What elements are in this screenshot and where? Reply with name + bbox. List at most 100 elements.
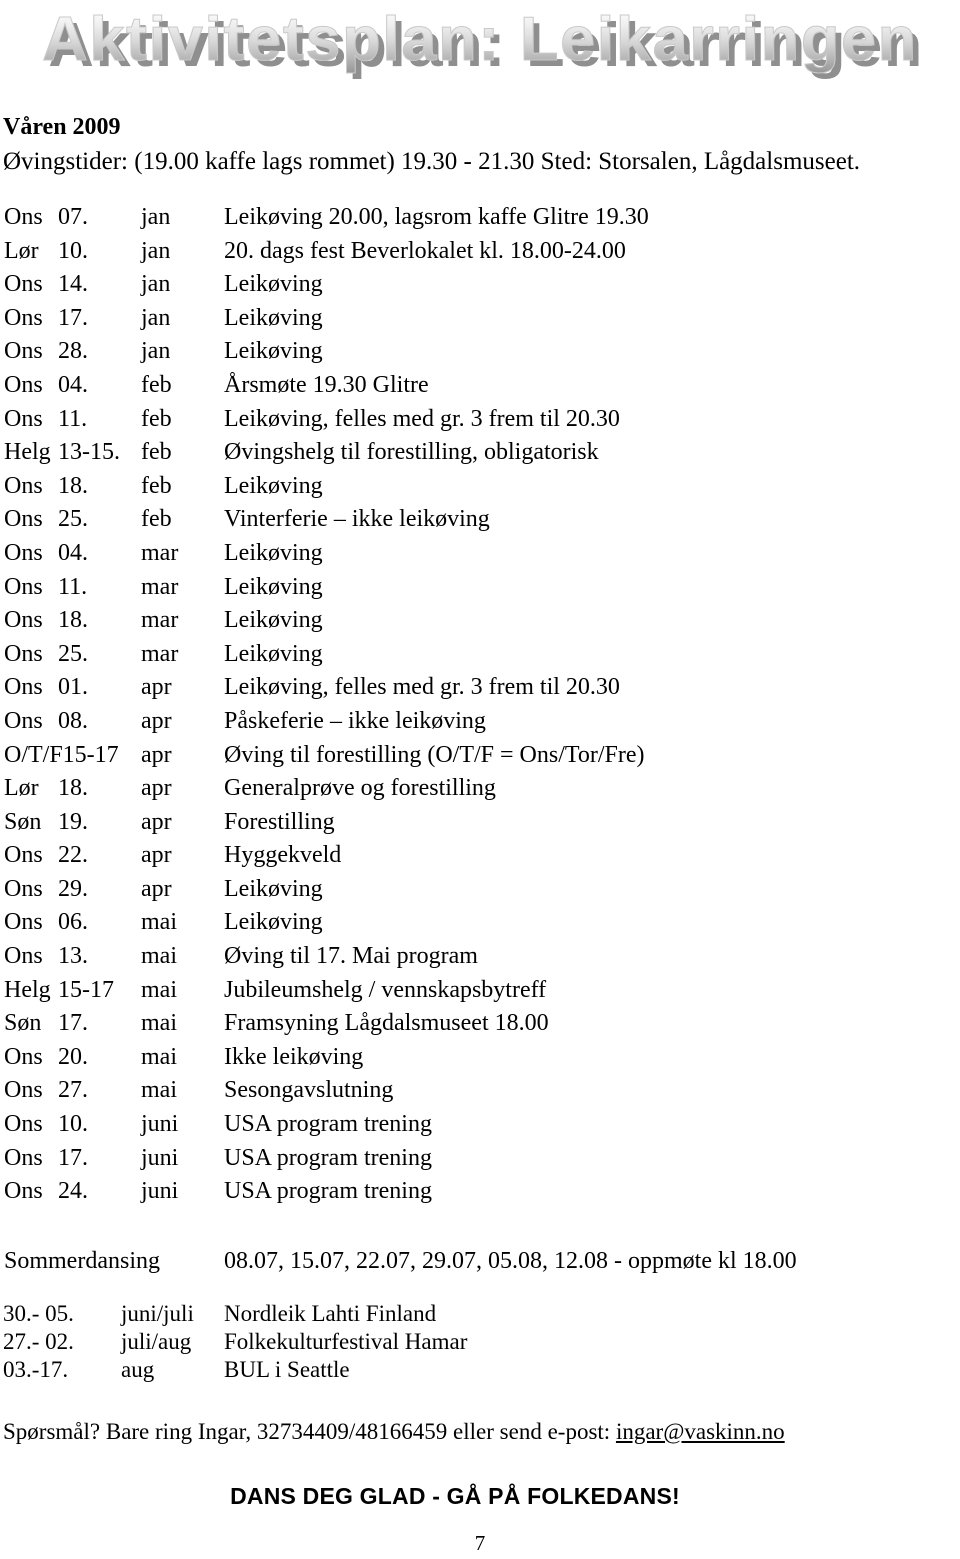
schedule-row: Ons 13. mai Øving til 17. Mai program: [0, 940, 960, 974]
schedule-row: Ons 11. mar Leikøving: [0, 571, 960, 605]
schedule-description: Leikøving, felles med gr. 3 frem til 20.…: [224, 674, 620, 701]
schedule-month: feb: [141, 506, 172, 533]
schedule-date: 08.: [58, 707, 88, 734]
summer-dancing-dates: 08.07, 15.07, 22.07, 29.07, 05.08, 12.08…: [224, 1248, 797, 1274]
schedule-date: 17.: [58, 304, 88, 331]
schedule-description: Sesongavslutning: [224, 1077, 394, 1104]
schedule-day: Ons: [4, 1043, 43, 1070]
schedule-month: feb: [141, 405, 172, 432]
schedule-day: Ons: [4, 943, 43, 970]
schedule-month: mar: [141, 607, 179, 634]
schedule-date: 25.: [58, 506, 88, 533]
schedule-day: Ons: [4, 707, 43, 734]
schedule-description: Påskeferie – ikke leikøving: [224, 707, 486, 734]
schedule-date: 17.: [58, 1144, 88, 1171]
schedule-description: Leikøving: [224, 573, 323, 600]
schedule-row: Ons 17. juni USA program trening: [0, 1142, 960, 1176]
email-link[interactable]: ingar@vaskinn.no: [616, 1419, 785, 1444]
schedule-description: USA program trening: [224, 1144, 432, 1171]
schedule-row: Ons 08. apr Påskeferie – ikke leikøving: [0, 705, 960, 739]
schedule-description: Leikøving: [224, 539, 323, 566]
schedule-day: Søn: [4, 1010, 42, 1037]
schedule-date: 20.: [58, 1043, 88, 1070]
schedule-row: Lør 10. jan 20. dags fest Beverlokalet kl. …: [0, 235, 960, 269]
schedule-description: Leikøving, felles med gr. 3 frem til 20.…: [224, 405, 620, 432]
schedule-day: Ons: [4, 1111, 43, 1138]
schedule-row: Helg 15-17 mai Jubileumshelg / vennskapsbyt…: [0, 974, 960, 1008]
festival-row: 30.- 05. juni/juli Nordleik Lahti Finland: [0, 1300, 960, 1328]
schedule-day: Ons: [4, 1144, 43, 1171]
schedule-date: 11.: [58, 573, 88, 600]
schedule-description: Årsmøte 19.30 Glitre: [224, 371, 429, 398]
schedule-month: feb: [141, 439, 172, 466]
festival-row: 27.- 02. juli/aug Folkekulturfestival Hama…: [0, 1328, 960, 1356]
schedule-row: Ons 01. apr Leikøving, felles med gr. 3 fre…: [0, 671, 960, 705]
festival-date: 30.- 05.: [3, 1301, 74, 1326]
schedule-day: Ons: [4, 640, 43, 667]
schedule-description: Øving til forestilling (O/T/F = Ons/Tor/…: [224, 741, 645, 768]
schedule-month: apr: [141, 741, 172, 768]
schedule-day: Lør: [4, 237, 39, 264]
schedule-row: Ons 14. jan Leikøving: [0, 268, 960, 302]
schedule-row: Ons 29. apr Leikøving: [0, 873, 960, 907]
schedule-description: Forestilling: [224, 808, 335, 835]
schedule-row: Ons 27. mai Sesongavslutning: [0, 1074, 960, 1108]
schedule-row: Ons 04. feb Årsmøte 19.30 Glitre: [0, 369, 960, 403]
wordart-title-outline: Aktivitetsplan: Leikarringen: [42, 5, 918, 75]
festival-date: 27.- 02.: [3, 1329, 74, 1354]
schedule-row: Ons 25. mar Leikøving: [0, 638, 960, 672]
schedule-description: Leikøving: [224, 338, 323, 365]
schedule-description: 20. dags fest Beverlokalet kl. 18.00-24.…: [224, 237, 626, 264]
schedule-date: 01.: [58, 674, 88, 701]
schedule-date: 10.: [58, 1111, 88, 1138]
schedule-month: feb: [141, 371, 172, 398]
schedule-day: Ons: [4, 674, 43, 701]
schedule-description: Framsyning Lågdalsmuseet 18.00: [224, 1010, 549, 1037]
schedule-date: 07.: [58, 204, 88, 230]
schedule-month: apr: [141, 707, 172, 734]
schedule-date: 18.: [58, 607, 88, 634]
schedule-month: jan: [141, 271, 171, 298]
schedule-month: jan: [141, 304, 171, 331]
schedule-row: Ons 20. mai Ikke leikøving: [0, 1041, 960, 1075]
schedule-description: Leikøving: [224, 909, 323, 936]
schedule-month: mai: [141, 909, 177, 936]
schedule-month: mar: [141, 539, 179, 566]
schedule-month: mai: [141, 1043, 177, 1070]
schedule-date: 17.: [58, 1010, 88, 1037]
schedule-day: Ons: [4, 573, 43, 600]
festival-month: juni/juli: [121, 1301, 194, 1326]
schedule-row: Helg 13-15. feb Øvingshelg til forestilling…: [0, 436, 960, 470]
schedule-month: juni: [141, 1144, 179, 1171]
schedule-description: Øving til 17. Mai program: [224, 943, 478, 970]
schedule-day: Ons: [4, 338, 43, 365]
schedule-row: Lør 18. apr Generalprøve og forestilling: [0, 772, 960, 806]
schedule-description: Leikøving: [224, 271, 323, 298]
festival-description: Nordleik Lahti Finland: [224, 1301, 437, 1326]
schedule-month: apr: [141, 775, 172, 802]
schedule-day: Ons: [4, 371, 43, 398]
schedule-description: USA program trening: [224, 1178, 432, 1205]
season-heading: Våren 2009: [3, 114, 121, 140]
schedule-date: 13.: [58, 943, 88, 970]
schedule-row: Ons 25. feb Vinterferie – ikke leikøving: [0, 503, 960, 537]
schedule-month: mai: [141, 1077, 177, 1104]
schedule-date: 24.: [58, 1178, 88, 1205]
schedule-date: 13-15.: [58, 439, 120, 466]
schedule-date: 29.: [58, 875, 88, 902]
contact-text: Spørsmål? Bare ring Ingar, 32734409/4816…: [3, 1419, 616, 1444]
festivals-list: 30.- 05. juni/juli Nordleik Lahti Finland 2…: [0, 1300, 960, 1384]
page-number: 7: [474, 1531, 486, 1555]
schedule-row: Ons 10. juni USA program trening: [0, 1108, 960, 1142]
schedule-month: mai: [141, 943, 177, 970]
schedule-month: feb: [141, 472, 172, 499]
schedule-date: 04.: [58, 539, 88, 566]
schedule-row: Ons 17. jan Leikøving: [0, 302, 960, 336]
schedule-month: juni: [141, 1111, 179, 1138]
festival-description: Folkekulturfestival Hamar: [224, 1329, 468, 1354]
schedule-day: Ons: [4, 1178, 43, 1205]
schedule-date: 27.: [58, 1077, 88, 1104]
schedule-description: Vinterferie – ikke leikøving: [224, 506, 490, 533]
schedule-month: jan: [141, 338, 171, 365]
schedule-day: Ons: [4, 304, 43, 331]
